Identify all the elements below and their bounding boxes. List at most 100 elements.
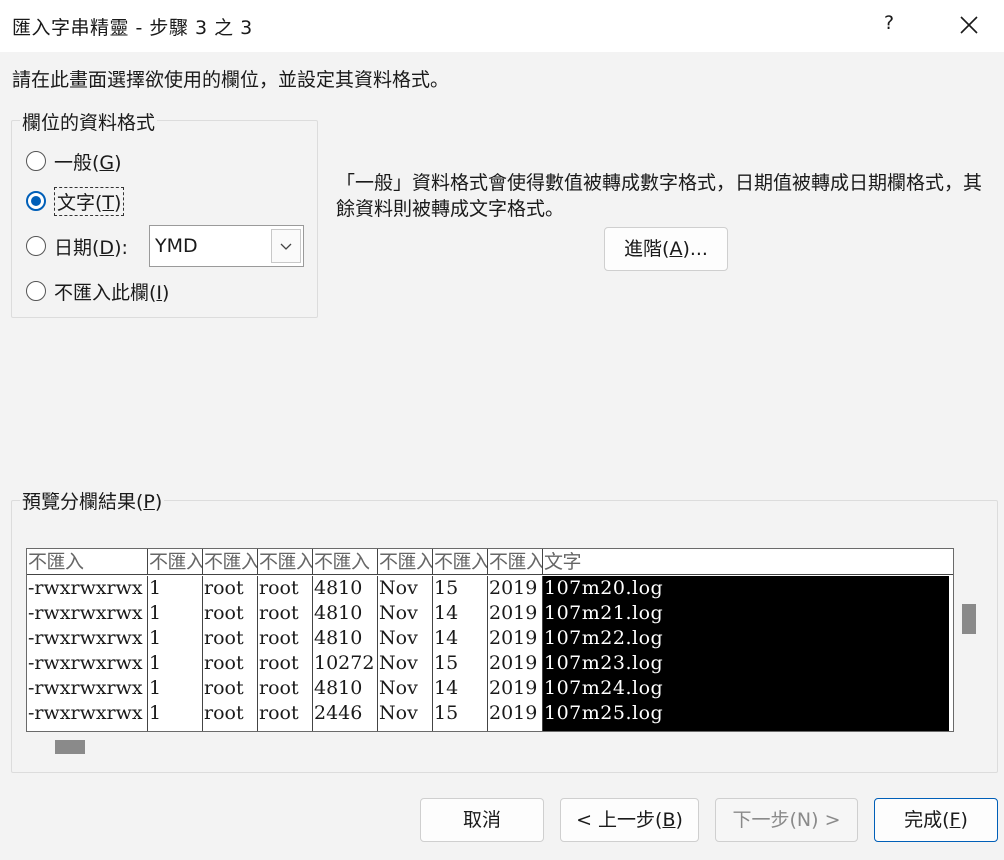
radio-general-label: 一般(G) <box>54 151 122 174</box>
data-preview[interactable]: 不匯入 不匯入 不匯入 不匯入 不匯入 不匯入 不匯入 不匯入 文字 -rwxr… <box>26 548 954 732</box>
preview-cell: 14 <box>434 627 459 649</box>
preview-cell: root <box>259 652 299 674</box>
preview-cell: 15 <box>434 652 459 674</box>
preview-cell: 14 <box>434 602 459 624</box>
preview-cell: 1 <box>149 577 162 599</box>
preview-cell: -rwxrwxrwx <box>28 702 143 724</box>
preview-cell: root <box>204 577 244 599</box>
preview-column[interactable]: 1 1 1 1 1 1 <box>148 576 203 731</box>
preview-cell: 1 <box>149 702 162 724</box>
radio-skip[interactable]: 不匯入此欄(I) <box>26 276 169 306</box>
radio-text[interactable]: 文字(T) <box>26 186 125 216</box>
preview-cell: 107m21.log <box>544 602 664 624</box>
preview-cell: Nov <box>379 652 418 674</box>
next-button[interactable]: 下一步(N) > <box>715 798 858 842</box>
radio-skip-indicator[interactable] <box>26 281 46 301</box>
date-format-select[interactable]: YMD <box>149 225 304 267</box>
cancel-button[interactable]: 取消 <box>420 798 544 842</box>
column-header[interactable]: 不匯入 <box>27 549 148 575</box>
preview-cell: 107m20.log <box>544 577 664 599</box>
column-format-legend: 欄位的資料格式 <box>20 108 158 135</box>
radio-text-indicator[interactable] <box>26 191 46 211</box>
chevron-down-icon[interactable] <box>271 229 301 263</box>
preview-cell: 4810 <box>314 577 363 599</box>
preview-cell: -rwxrwxrwx <box>28 677 143 699</box>
preview-cell: 15 <box>434 702 459 724</box>
close-icon[interactable] <box>952 8 986 42</box>
preview-cell: -rwxrwxrwx <box>28 627 143 649</box>
preview-cell: 1 <box>149 677 162 699</box>
column-header[interactable]: 不匯入 <box>433 549 488 575</box>
finish-button[interactable]: 完成(F) <box>874 798 998 842</box>
preview-cell: 4810 <box>314 677 363 699</box>
preview-column[interactable]: 15 14 14 15 14 15 <box>433 576 488 731</box>
column-header[interactable]: 不匯入 <box>313 549 378 575</box>
preview-cell: 1 <box>149 602 162 624</box>
radio-text-label: 文字(T) <box>54 186 125 216</box>
preview-column[interactable]: root root root root root root <box>258 576 313 731</box>
preview-cell: root <box>259 677 299 699</box>
preview-column[interactable]: root root root root root root <box>203 576 258 731</box>
preview-cell: 15 <box>434 577 459 599</box>
preview-cell: root <box>259 627 299 649</box>
preview-cell: root <box>259 702 299 724</box>
preview-cell: -rwxrwxrwx <box>28 652 143 674</box>
preview-cell: 2019 <box>489 702 538 724</box>
preview-cell: 2019 <box>489 627 538 649</box>
radio-date-label: 日期(D): <box>54 236 128 259</box>
preview-cell: 107m25.log <box>544 702 664 724</box>
preview-cell: root <box>204 677 244 699</box>
column-header-selected[interactable]: 文字 <box>543 549 953 575</box>
title-bar: 匯入字串精靈 - 步驟 3 之 3 ? <box>0 0 1004 52</box>
preview-cell: root <box>204 627 244 649</box>
preview-cell: Nov <box>379 677 418 699</box>
preview-cell: 14 <box>434 677 459 699</box>
preview-cell: -rwxrwxrwx <box>28 577 143 599</box>
preview-cell: 107m22.log <box>544 627 664 649</box>
preview-cell: Nov <box>379 602 418 624</box>
preview-cell: 1 <box>149 627 162 649</box>
instruction-text: 請在此畫面選擇欲使用的欄位，並設定其資料格式。 <box>12 69 450 91</box>
preview-column[interactable]: Nov Nov Nov Nov Nov Nov <box>378 576 433 731</box>
preview-cell: root <box>259 577 299 599</box>
preview-cell: -rwxrwxrwx <box>28 602 143 624</box>
preview-cell: Nov <box>379 627 418 649</box>
column-header[interactable]: 不匯入 <box>148 549 203 575</box>
preview-cell: root <box>204 702 244 724</box>
window-title: 匯入字串精靈 - 步驟 3 之 3 <box>12 17 253 39</box>
advanced-button[interactable]: 進階(A)... <box>604 227 728 271</box>
preview-cell: 1 <box>149 652 162 674</box>
preview-column[interactable]: 4810 4810 4810 10272 4810 2446 <box>313 576 378 731</box>
preview-cell: root <box>204 652 244 674</box>
back-button[interactable]: < 上一步(B) <box>560 798 699 842</box>
format-description: 「一般」資料格式會使得數值被轉成數字格式，日期值被轉成日期欄格式，其餘資料則被轉… <box>336 172 983 220</box>
column-header[interactable]: 不匯入 <box>488 549 543 575</box>
preview-cell: root <box>204 602 244 624</box>
preview-cell: 10272 <box>314 652 375 674</box>
horizontal-scrollbar-thumb[interactable] <box>55 740 85 754</box>
preview-cell: 107m24.log <box>544 677 664 699</box>
column-header[interactable]: 不匯入 <box>258 549 313 575</box>
preview-legend: 預覽分欄結果(P) <box>20 487 165 514</box>
preview-cell: 107m23.log <box>544 652 664 674</box>
help-button[interactable]: ? <box>878 12 900 40</box>
preview-cell: 2019 <box>489 602 538 624</box>
radio-general-indicator[interactable] <box>26 151 46 171</box>
preview-cell: root <box>259 602 299 624</box>
preview-cell: 2019 <box>489 677 538 699</box>
radio-date-indicator[interactable] <box>26 236 46 256</box>
column-header[interactable]: 不匯入 <box>203 549 258 575</box>
preview-cell: 2019 <box>489 652 538 674</box>
radio-general[interactable]: 一般(G) <box>26 146 122 176</box>
preview-cell: 4810 <box>314 627 363 649</box>
preview-column-selected[interactable]: 107m20.log 107m21.log 107m22.log 107m23.… <box>543 576 949 731</box>
preview-cell: 2019 <box>489 577 538 599</box>
radio-skip-label: 不匯入此欄(I) <box>54 281 170 304</box>
vertical-scrollbar-thumb[interactable] <box>962 604 976 634</box>
radio-date[interactable]: 日期(D): <box>26 231 128 261</box>
preview-column[interactable]: 2019 2019 2019 2019 2019 2019 <box>488 576 543 731</box>
preview-cell: Nov <box>379 577 418 599</box>
column-header[interactable]: 不匯入 <box>378 549 433 575</box>
preview-cell: 2446 <box>314 702 363 724</box>
preview-column[interactable]: -rwxrwxrwx -rwxrwxrwx -rwxrwxrwx -rwxrwx… <box>27 576 148 731</box>
